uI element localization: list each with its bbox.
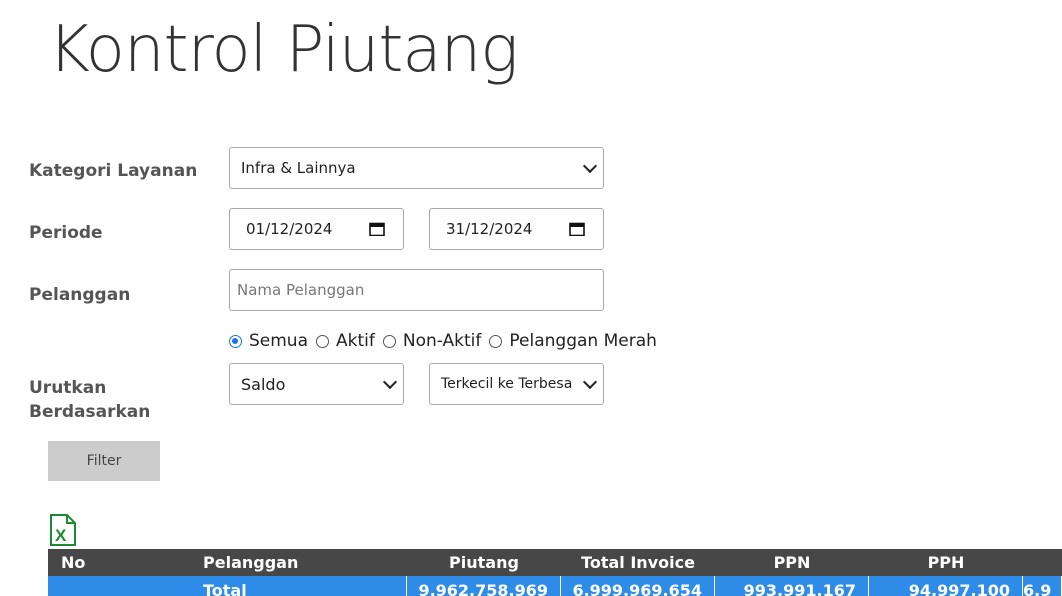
radio-non-aktif-label[interactable]: Non-Aktif — [403, 331, 482, 351]
radio-aktif-label[interactable]: Aktif — [336, 331, 375, 351]
periode-start-value: 01/12/2024 — [246, 220, 333, 238]
kategori-layanan-value: Infra & Lainnya — [241, 159, 356, 177]
radio-pelanggan-merah-label[interactable]: Pelanggan Merah — [509, 331, 657, 351]
radio-pelanggan-merah[interactable] — [489, 334, 503, 348]
svg-text:X: X — [55, 526, 67, 545]
column-header-no[interactable]: No — [48, 553, 203, 572]
column-header-total-invoice[interactable]: Total Invoice — [561, 553, 715, 572]
urutkan-order-select[interactable]: Terkecil ke Terbesa — [429, 363, 604, 405]
pelanggan-placeholder: Nama Pelanggan — [237, 281, 365, 299]
column-header-pelanggan[interactable]: Pelanggan — [203, 553, 407, 572]
status-radio-group: Semua Aktif Non-Aktif Pelanggan Merah — [229, 331, 665, 351]
total-row-pelanggan: Total — [203, 576, 407, 596]
urutkan-field-value: Saldo — [241, 374, 286, 394]
table-row-total: Total 9.962.758.969 6.999.969.654 993.99… — [48, 576, 1062, 596]
page-title: Kontrol Piutang — [48, 13, 519, 87]
calendar-icon[interactable] — [569, 222, 585, 236]
total-row-no — [48, 582, 203, 590]
kategori-layanan-label: Kategori Layanan — [29, 161, 198, 181]
kategori-layanan-select[interactable]: Infra & Lainnya — [229, 147, 604, 189]
chevron-down-icon — [582, 374, 598, 390]
table-header: No Pelanggan Piutang Total Invoice PPN P… — [48, 549, 1062, 576]
periode-start-date[interactable]: 01/12/2024 — [229, 208, 404, 250]
urutkan-field-select[interactable]: Saldo — [229, 363, 404, 405]
total-row-more: 6.9 — [1023, 576, 1062, 596]
calendar-icon[interactable] — [369, 222, 385, 236]
total-row-piutang: 9.962.758.969 — [407, 576, 561, 596]
radio-semua[interactable] — [229, 334, 242, 348]
filter-button[interactable]: Filter — [48, 441, 160, 481]
periode-end-value: 31/12/2024 — [446, 220, 533, 238]
radio-non-aktif[interactable] — [382, 334, 396, 348]
chevron-down-icon — [582, 158, 598, 174]
column-header-ppn[interactable]: PPN — [715, 553, 869, 572]
radio-aktif[interactable] — [316, 334, 330, 348]
total-row-ppn: 993.991.167 — [715, 576, 869, 596]
column-header-pph[interactable]: PPH — [869, 553, 1023, 572]
chevron-down-icon — [382, 374, 398, 390]
pelanggan-input[interactable]: Nama Pelanggan — [229, 269, 604, 311]
total-row-total-invoice: 6.999.969.654 — [561, 576, 715, 596]
total-row-pph: 94.997.100 — [869, 576, 1023, 596]
periode-end-date[interactable]: 31/12/2024 — [429, 208, 604, 250]
piutang-table: No Pelanggan Piutang Total Invoice PPN P… — [48, 549, 1062, 596]
urutkan-label: Urutkan Berdasarkan — [29, 378, 151, 422]
periode-label: Periode — [29, 223, 103, 243]
urutkan-order-value: Terkecil ke Terbesa — [441, 376, 573, 392]
column-header-piutang[interactable]: Piutang — [407, 553, 561, 572]
radio-semua-label[interactable]: Semua — [249, 331, 308, 351]
excel-export-icon[interactable]: X — [49, 514, 77, 546]
pelanggan-label: Pelanggan — [29, 285, 131, 305]
